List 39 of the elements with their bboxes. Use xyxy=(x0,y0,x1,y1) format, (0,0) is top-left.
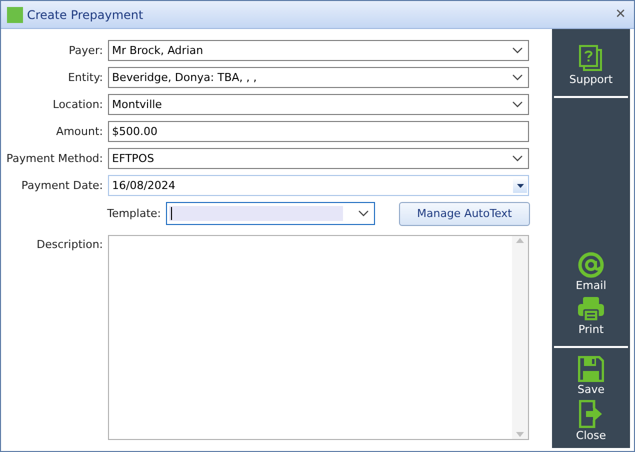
chevron-icon xyxy=(512,47,523,54)
dropdown[interactable]: Beveridge, Donya: TBA, , , xyxy=(108,67,529,88)
at-sign-icon xyxy=(578,252,604,278)
printer-icon xyxy=(577,296,605,322)
template-dropdown[interactable] xyxy=(166,202,375,225)
chevron-icon xyxy=(512,101,523,108)
scrollbar[interactable] xyxy=(512,236,528,439)
close-button[interactable]: Close xyxy=(576,400,606,442)
scroll-down-icon[interactable] xyxy=(516,430,524,439)
save-button[interactable]: Save xyxy=(577,356,604,396)
field-label: Description: xyxy=(36,237,104,251)
field-label: Amount: xyxy=(55,125,104,138)
chevron-icon xyxy=(358,210,369,217)
input-field[interactable]: $500.00 xyxy=(108,121,529,142)
support-button[interactable]: Support xyxy=(569,45,613,86)
help-icon xyxy=(578,45,603,72)
exit-door-icon xyxy=(579,400,603,428)
email-button[interactable]: Email xyxy=(576,252,606,292)
print-button[interactable]: Print xyxy=(577,296,605,336)
app-logo-icon xyxy=(7,6,23,22)
field-label: Location: xyxy=(52,98,104,111)
dropdown-arrow-icon xyxy=(516,184,524,188)
date-picker[interactable]: 16/08/2024 xyxy=(108,175,529,196)
chevron-icon xyxy=(512,74,523,81)
field-label: Payment Method: xyxy=(5,152,104,165)
field-label: Entity: xyxy=(66,71,104,84)
window-title: Create Prepayment xyxy=(27,8,144,22)
dropdown[interactable]: EFTPOS xyxy=(108,148,529,169)
field-label: Payer: xyxy=(68,44,104,57)
field-label: Template: xyxy=(106,207,162,220)
dropdown-button[interactable] xyxy=(513,178,527,193)
close-button[interactable]: ✕ xyxy=(611,7,630,22)
chevron-icon xyxy=(512,155,523,162)
dropdown[interactable]: Montville xyxy=(108,94,529,115)
manage-autotext-button[interactable]: Manage AutoText xyxy=(399,202,530,226)
description-textarea[interactable] xyxy=(108,235,529,440)
field-label: Payment Date: xyxy=(20,179,104,192)
scroll-up-icon[interactable] xyxy=(516,236,524,245)
dropdown[interactable]: Mr Brock, Adrian xyxy=(108,40,529,61)
